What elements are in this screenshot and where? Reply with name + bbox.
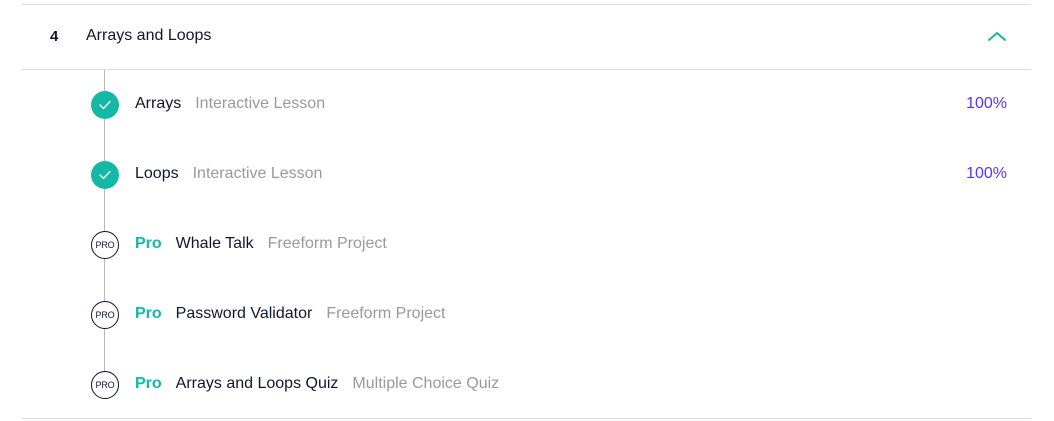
lesson-label: Pro Arrays and Loops Quiz Multiple Choice … xyxy=(135,375,499,393)
lesson-title: Password Validator xyxy=(175,305,313,322)
pro-tag: Pro xyxy=(135,305,162,322)
lesson-label: Loops Interactive Lesson xyxy=(135,165,322,183)
lesson-title: Arrays xyxy=(135,95,182,112)
lesson-row-arrays-loops-quiz[interactable]: PRO Pro Arrays and Loops Quiz Multiple Cho… xyxy=(88,365,1018,405)
pro-badge-icon: PRO xyxy=(91,301,119,329)
module-header[interactable]: 4 Arrays and Loops xyxy=(22,5,1031,69)
lesson-label: Pro Password Validator Freeform Project xyxy=(135,305,445,323)
pro-tag: Pro xyxy=(135,375,162,392)
lesson-row-password-validator[interactable]: PRO Pro Password Validator Freeform Projec… xyxy=(88,295,1018,335)
check-circle-icon xyxy=(91,161,119,189)
lesson-label: Arrays Interactive Lesson xyxy=(135,95,325,113)
lesson-label: Pro Whale Talk Freeform Project xyxy=(135,235,387,253)
module-number: 4 xyxy=(50,28,59,45)
syllabus-module: 4 Arrays and Loops Arrays Interactive Les… xyxy=(0,0,1054,421)
lesson-title: Arrays and Loops Quiz xyxy=(175,375,339,392)
pro-badge-icon: PRO xyxy=(91,231,119,259)
chevron-up-icon[interactable] xyxy=(986,29,1008,43)
lesson-type: Interactive Lesson xyxy=(195,95,326,112)
lesson-row-whale-talk[interactable]: PRO Pro Whale Talk Freeform Project xyxy=(88,225,1018,265)
pro-tag: Pro xyxy=(135,235,162,252)
lesson-type: Multiple Choice Quiz xyxy=(352,375,500,392)
lesson-type: Freeform Project xyxy=(267,235,387,252)
bottom-divider xyxy=(22,418,1031,419)
lesson-progress: 100% xyxy=(966,95,1007,112)
lesson-title: Whale Talk xyxy=(175,235,254,252)
header-divider xyxy=(22,69,1031,70)
lesson-type: Freeform Project xyxy=(326,305,446,322)
lesson-progress: 100% xyxy=(966,165,1007,182)
check-circle-icon xyxy=(91,91,119,119)
lesson-type: Interactive Lesson xyxy=(192,165,323,182)
module-title: Arrays and Loops xyxy=(86,27,212,44)
lesson-title: Loops xyxy=(135,165,179,182)
lesson-row-loops[interactable]: Loops Interactive Lesson 100% xyxy=(88,155,1018,195)
pro-badge-icon: PRO xyxy=(91,371,119,399)
lesson-row-arrays[interactable]: Arrays Interactive Lesson 100% xyxy=(88,85,1018,125)
